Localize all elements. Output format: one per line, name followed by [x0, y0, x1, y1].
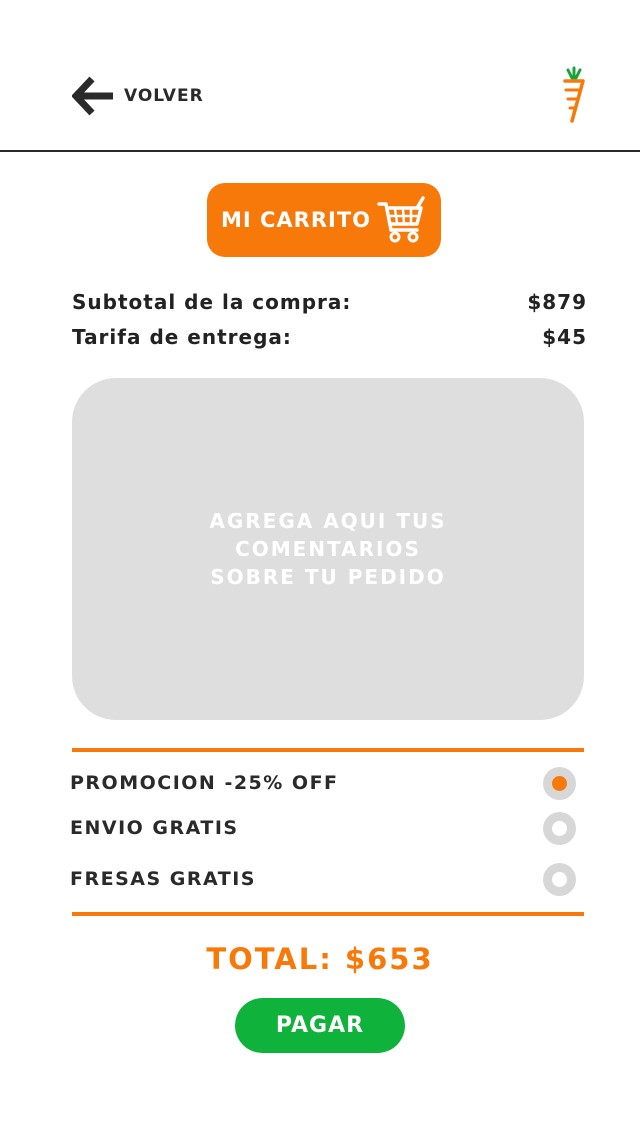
arrow-left-icon	[72, 76, 113, 116]
divider-top	[72, 748, 584, 752]
back-label: VOLVER	[124, 86, 204, 106]
subtotal-row: Subtotal de la compra: $879	[72, 290, 587, 314]
promo-option-discount[interactable]: PROMOCION -25% OFF	[70, 765, 576, 801]
delivery-fee-row: Tarifa de entrega: $45	[72, 325, 587, 349]
cart-title: MI CARRITO	[220, 208, 372, 232]
promo-radio-selected[interactable]	[543, 766, 576, 800]
promo-option-free-strawberries[interactable]: FRESAS GRATIS	[70, 861, 576, 897]
comments-placeholder: AGREGA AQUI TUS COMENTARIOS SOBRE TU PED…	[209, 509, 447, 589]
subtotal-value: $879	[527, 290, 587, 314]
shopping-cart-icon	[377, 196, 425, 243]
divider-bottom	[72, 912, 584, 916]
order-total: TOTAL: $653	[206, 942, 434, 976]
delivery-fee-label: Tarifa de entrega:	[72, 325, 292, 349]
promo-radio[interactable]	[543, 811, 576, 845]
carrot-icon	[563, 66, 585, 123]
promo-label: ENVIO GRATIS	[70, 817, 239, 839]
subtotal-label: Subtotal de la compra:	[72, 290, 352, 314]
app-header: VOLVER	[0, 0, 640, 152]
promo-label: PROMOCION -25% OFF	[70, 772, 339, 794]
promo-radio[interactable]	[543, 862, 576, 896]
pay-button[interactable]: PAGAR	[235, 998, 405, 1053]
pay-label: PAGAR	[275, 1013, 365, 1038]
my-cart-button[interactable]: MI CARRITO	[207, 183, 441, 257]
promo-option-free-shipping[interactable]: ENVIO GRATIS	[70, 810, 576, 846]
delivery-fee-value: $45	[542, 325, 587, 349]
order-comments-field[interactable]: AGREGA AQUI TUS COMENTARIOS SOBRE TU PED…	[72, 378, 584, 720]
back-button[interactable]: VOLVER	[72, 76, 204, 116]
promo-label: FRESAS GRATIS	[70, 868, 256, 890]
